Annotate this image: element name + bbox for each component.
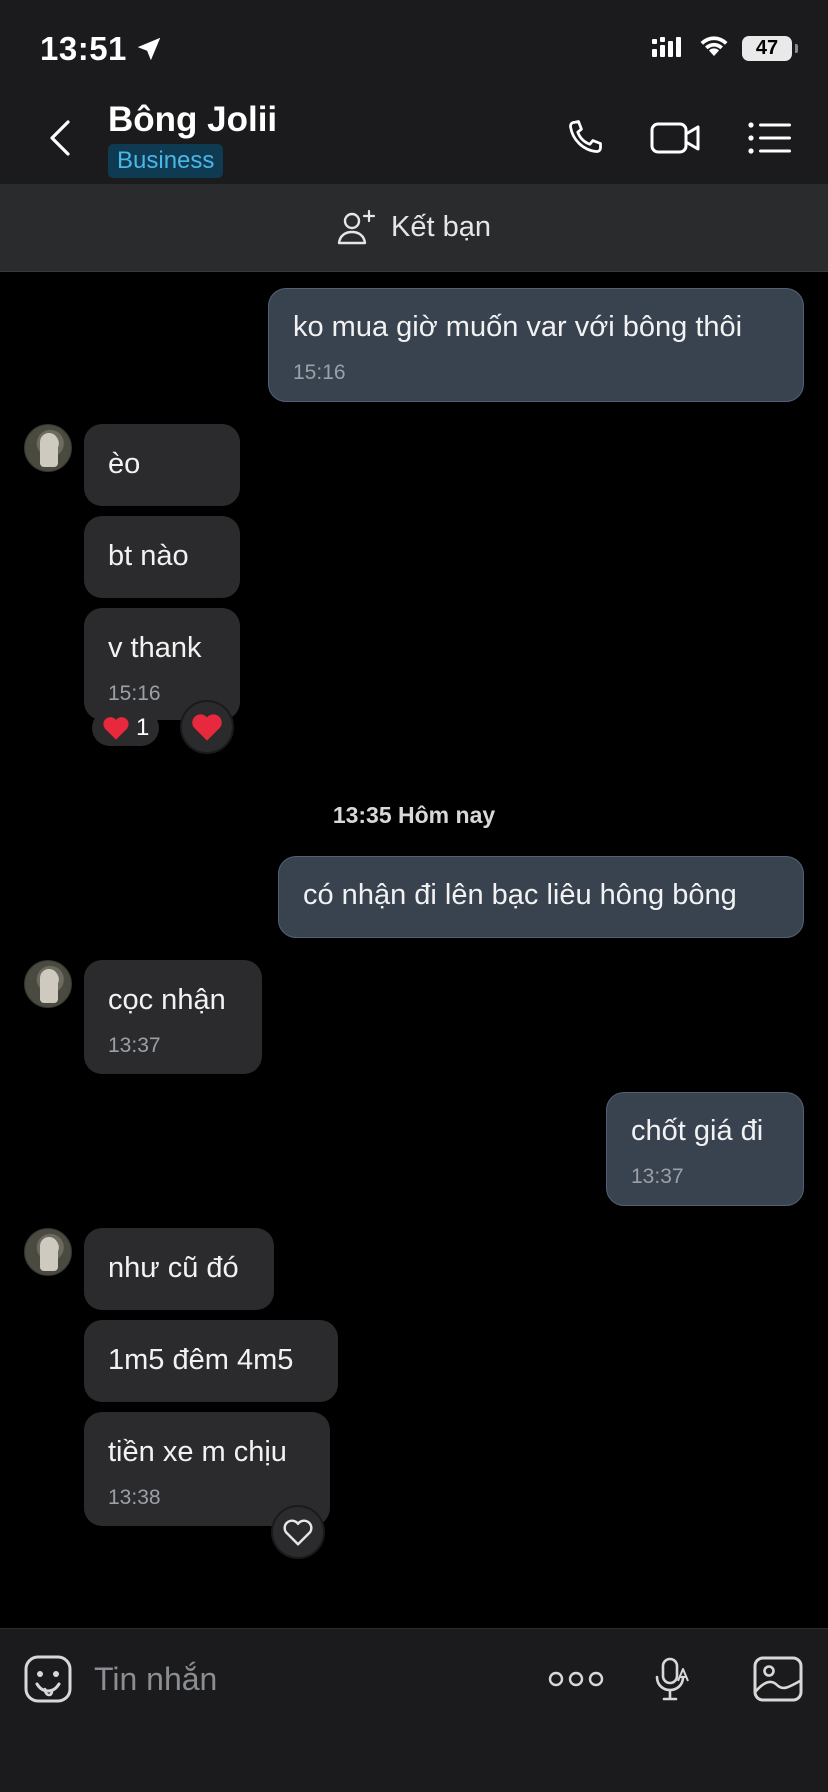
message-input-bar: Tin nhắn	[0, 1628, 828, 1792]
message-time: 15:16	[293, 361, 346, 384]
chevron-left-icon	[50, 120, 70, 156]
location-arrow-icon	[134, 34, 164, 69]
reaction-summary[interactable]: 1	[92, 710, 160, 746]
more-options-button[interactable]	[548, 1651, 604, 1707]
react-button[interactable]	[271, 1505, 325, 1559]
message-text: cọc nhận	[108, 984, 226, 1016]
heart-outline-icon	[283, 1519, 313, 1546]
message-text: chốt giá đi	[631, 1115, 764, 1147]
add-friend-label: Kết bạn	[391, 211, 491, 243]
message-text: có nhận đi lên bạc liêu hông bông	[303, 879, 737, 911]
wifi-icon	[698, 34, 730, 63]
microphone-icon	[655, 1657, 689, 1701]
message-text: v thank	[108, 632, 202, 664]
menu-button[interactable]	[742, 112, 798, 164]
contact-avatar[interactable]	[24, 424, 72, 472]
outgoing-message[interactable]: ko mua giờ muốn var với bông thôi 15:16	[268, 288, 804, 402]
chat-header: Bông Jolii Business	[0, 92, 828, 184]
incoming-message[interactable]: bt nào	[84, 516, 240, 598]
message-text: bt nào	[108, 540, 189, 572]
reaction-count: 1	[136, 714, 150, 741]
sticker-button[interactable]	[20, 1651, 76, 1707]
video-camera-icon	[650, 122, 700, 154]
battery-indicator: 47	[742, 36, 798, 61]
message-time: 13:37	[108, 1034, 161, 1057]
voice-call-button[interactable]	[556, 112, 612, 164]
message-time: 13:37	[631, 1165, 684, 1188]
video-call-button[interactable]	[648, 112, 704, 164]
date-separator: 13:35 Hôm nay	[332, 802, 496, 828]
message-text: như cũ đó	[108, 1252, 239, 1284]
message-text: ko mua giờ muốn var với bông thôi	[293, 311, 743, 343]
incoming-message[interactable]: èo	[84, 424, 240, 506]
contact-name[interactable]: Bông Jolii	[108, 100, 277, 140]
cellular-signal-icon	[652, 35, 686, 62]
heart-icon	[192, 714, 222, 741]
more-dots-icon	[548, 1671, 604, 1687]
status-time: 13:51	[40, 30, 127, 67]
message-time: 15:16	[108, 682, 161, 705]
react-button[interactable]	[180, 700, 234, 754]
incoming-message[interactable]: cọc nhận 13:37	[84, 960, 262, 1074]
image-gallery-icon	[753, 1656, 803, 1702]
message-text: èo	[108, 448, 141, 480]
heart-icon	[103, 717, 129, 740]
add-user-icon	[337, 209, 376, 244]
message-time: 13:38	[108, 1486, 161, 1509]
status-indicators: 47	[652, 34, 798, 63]
contact-avatar[interactable]	[24, 960, 72, 1008]
gallery-button[interactable]	[750, 1651, 806, 1707]
incoming-message[interactable]: như cũ đó	[84, 1228, 274, 1310]
contact-avatar[interactable]	[24, 1228, 72, 1276]
sticker-icon	[24, 1655, 72, 1703]
outgoing-message[interactable]: chốt giá đi 13:37	[606, 1092, 804, 1206]
incoming-message[interactable]: 1m5 đêm 4m5	[84, 1320, 338, 1402]
list-menu-icon	[748, 122, 791, 154]
voice-message-button[interactable]	[646, 1651, 702, 1707]
outgoing-message[interactable]: có nhận đi lên bạc liêu hông bông	[278, 856, 804, 938]
add-friend-bar[interactable]: Kết bạn	[0, 184, 828, 272]
back-button[interactable]	[36, 114, 84, 162]
phone-icon	[569, 120, 602, 153]
business-badge: Business	[108, 144, 224, 178]
message-text: tiền xe m chịu	[108, 1436, 287, 1468]
message-text: 1m5 đêm 4m5	[108, 1344, 294, 1376]
status-bar: 13:51 47	[0, 0, 828, 92]
message-input[interactable]: Tin nhắn	[94, 1661, 217, 1698]
